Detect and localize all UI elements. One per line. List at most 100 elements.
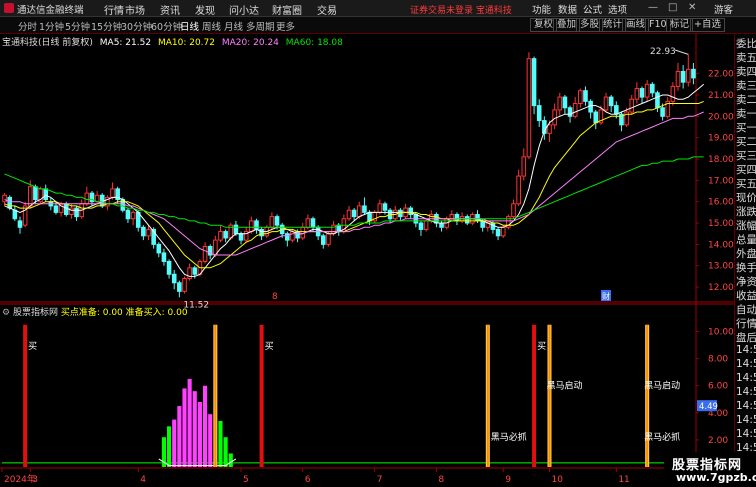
indicator-legend: ⚙ 股票指标网 买点准备: 0.00 准备买入: 0.00: [2, 305, 188, 318]
side-panel-item: 14:5: [736, 428, 756, 440]
price-tick-label: 17.00: [708, 176, 734, 186]
period-tab-1min[interactable]: 1分钟: [39, 19, 64, 33]
period-tab-weekly[interactable]: 周线: [202, 19, 221, 33]
side-panel-item: 净资: [736, 276, 756, 288]
menu-trade[interactable]: 交易: [317, 2, 337, 17]
side-panel-item: 14:5: [736, 344, 756, 356]
period-tab-minute[interactable]: 分时: [18, 19, 37, 33]
price-tick-label: 19.00: [708, 134, 734, 144]
candle-body: [274, 216, 280, 226]
app-title: 通达信金融终端: [17, 5, 84, 16]
candle-body: [423, 220, 429, 230]
menu-formula[interactable]: 公式: [583, 2, 602, 16]
candle-body: [495, 228, 501, 237]
price-tick-label: 12.00: [708, 283, 734, 293]
high-pointer: [674, 49, 689, 55]
minimize-icon[interactable]: —: [648, 2, 658, 13]
side-panel-item: 买三: [736, 150, 756, 162]
add-watchlist-button[interactable]: +自选: [690, 18, 725, 32]
menu-data[interactable]: 数据: [558, 2, 577, 16]
candle-body: [218, 231, 223, 241]
indicator-histogram-bar: [197, 401, 202, 467]
maximize-icon[interactable]: □: [668, 2, 677, 13]
candle-body: [7, 196, 13, 209]
menu-market[interactable]: 市场: [125, 2, 145, 17]
candle-body: [110, 188, 115, 198]
period-tab-30min[interactable]: 30分钟: [121, 19, 152, 33]
menu-function[interactable]: 功能: [532, 2, 551, 16]
signal-bar: [532, 324, 537, 467]
settings-icon[interactable]: ⚙: [2, 308, 10, 318]
side-panel-item: 14:5: [736, 400, 756, 412]
candle-body: [572, 102, 578, 117]
side-panel-item: 卖四: [736, 66, 756, 78]
candle-body: [33, 186, 38, 201]
candle-body: [634, 88, 640, 100]
side-panel-item: 涨幅: [736, 220, 756, 232]
period-tab-60min[interactable]: 60分钟: [151, 19, 182, 33]
signal-bar-core: [548, 324, 551, 467]
menu-wealth[interactable]: 财富圈: [272, 2, 302, 17]
side-panel-item: 14:5: [736, 386, 756, 398]
candle-body: [27, 186, 33, 207]
candle-body: [526, 58, 532, 158]
candle-body: [521, 156, 527, 177]
menu-ask[interactable]: 问小达: [229, 2, 259, 17]
period-tab-5min[interactable]: 5分钟: [65, 19, 90, 33]
candle-body: [382, 203, 388, 211]
menu-news[interactable]: 资讯: [160, 2, 180, 17]
candle-body: [516, 175, 521, 205]
ma-legend: 宝通科技(日线 前复权) MA5: 21.52 MA10: 20.72 MA20…: [2, 35, 347, 48]
ma10-line: [4, 100, 704, 269]
indicator-tick-label: 10.00: [708, 328, 734, 338]
side-panel-item: 涨跌: [736, 206, 756, 218]
candle-body: [680, 70, 686, 83]
menu-guest[interactable]: 游客: [714, 2, 733, 16]
dark-horse-catch-label: 黑马必抓: [644, 431, 680, 443]
side-panel-item: 自动: [736, 304, 756, 316]
price-tick-label: 14.00: [708, 240, 734, 250]
event-marker: 8: [272, 292, 278, 302]
candle-body: [192, 267, 198, 275]
event-marker: 财: [602, 291, 610, 301]
indicator-name[interactable]: 股票指标网: [13, 308, 58, 318]
indicator-histogram-bar: [172, 419, 177, 467]
price-tick-label: 18.00: [708, 155, 734, 165]
side-panel-item: 总量: [736, 234, 756, 246]
indicator-histogram-bar: [223, 437, 228, 467]
side-panel-item: 换手: [736, 262, 756, 274]
menu-options[interactable]: 选项: [608, 2, 627, 16]
stock-chart[interactable]: 22.00 21.00 20.00 19.00 18.00 17.00 16.00 15.00…: [0, 34, 734, 487]
period-tab-monthly[interactable]: 月线: [224, 19, 243, 33]
mark-button[interactable]: 标记: [666, 18, 694, 32]
candle-body: [63, 203, 69, 215]
indicator-histogram-bar: [218, 420, 223, 467]
candle-body: [320, 235, 326, 245]
period-tab-15min[interactable]: 15分钟: [91, 19, 122, 33]
candle-body: [346, 209, 352, 220]
candle-body: [578, 90, 583, 104]
candle-body: [608, 96, 614, 107]
dark-horse-start-label: 黑马启动: [644, 379, 680, 391]
login-notice[interactable]: 证券交易未登录 宝通科技: [410, 3, 512, 16]
candle-body: [141, 226, 146, 237]
legend-ma5: MA5: 21.52: [99, 38, 152, 48]
period-tab-more[interactable]: 更多: [276, 19, 295, 33]
period-tab-multi[interactable]: 多周期: [246, 19, 275, 33]
buy-signal-label: 买: [265, 341, 274, 352]
period-tab-daily[interactable]: 日线: [180, 19, 199, 33]
side-panel-item: 现价: [736, 192, 756, 204]
indicator-histogram-bar: [192, 391, 197, 467]
candle-body: [259, 228, 264, 237]
indicator-histogram-bar: [167, 426, 172, 467]
close-icon[interactable]: ✕: [688, 2, 696, 13]
dark-horse-catch-label: 黑马必抓: [491, 431, 527, 443]
candle-body: [156, 243, 162, 254]
candle-body: [238, 233, 244, 241]
menu-discover[interactable]: 发现: [195, 2, 215, 17]
price-tick-label: 22.00: [708, 70, 734, 80]
candle-body: [567, 107, 573, 117]
menu-quotes[interactable]: 行情: [104, 2, 124, 17]
side-panel-item: 卖一: [736, 108, 756, 120]
candle-body: [43, 188, 48, 201]
